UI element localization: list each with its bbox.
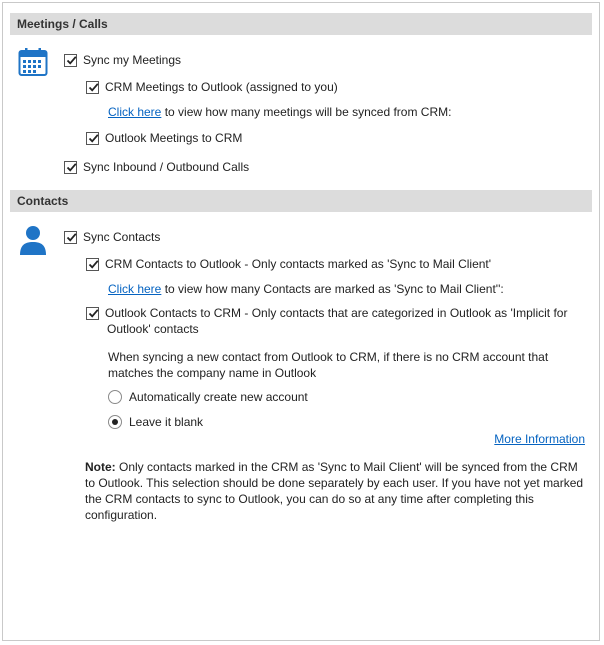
meetings-click-here-link[interactable]: Click here <box>108 105 161 119</box>
checkbox-box[interactable] <box>64 230 77 244</box>
checkmark-icon <box>88 82 99 92</box>
note-line-1: Note: Only contacts marked in the CRM as… <box>85 459 578 475</box>
note-text-1: Only contacts marked in the CRM as 'Sync… <box>115 460 578 474</box>
radio-button[interactable] <box>108 390 122 404</box>
person-icon <box>20 226 46 255</box>
crm-meetings-to-outlook-label: CRM Meetings to Outlook (assigned to you… <box>105 80 338 94</box>
checkmark-icon <box>88 133 99 143</box>
note-line-4: configuration. <box>85 508 158 522</box>
sync-meetings-checkbox[interactable]: Sync my Meetings <box>64 51 181 69</box>
sync-calls-checkbox[interactable]: Sync Inbound / Outbound Calls <box>64 158 249 176</box>
sync-contacts-label: Sync Contacts <box>83 230 161 244</box>
checkbox-box[interactable] <box>86 80 99 94</box>
crm-contacts-to-outlook-checkbox[interactable]: CRM Contacts to Outlook - Only contacts … <box>86 255 491 273</box>
contacts-count-line: Click here to view how many Contacts are… <box>108 280 504 298</box>
meetings-section-header: Meetings / Calls <box>10 13 592 35</box>
outlook-contacts-to-crm-label-cont: Outlook' contacts <box>107 322 199 336</box>
meetings-count-line: Click here to view how many meetings wil… <box>108 103 451 121</box>
note-label: Note: <box>85 460 116 474</box>
outlook-meetings-to-crm-checkbox[interactable]: Outlook Meetings to CRM <box>86 129 242 147</box>
checkmark-icon <box>66 55 77 65</box>
checkbox-box[interactable] <box>64 160 77 174</box>
new-contact-instruction: When syncing a new contact from Outlook … <box>108 350 549 364</box>
contacts-click-here-text: to view how many Contacts are marked as … <box>161 282 504 296</box>
checkbox-box[interactable] <box>64 53 77 67</box>
checkmark-icon <box>66 162 77 172</box>
checkbox-box[interactable] <box>86 306 99 320</box>
checkbox-box[interactable] <box>86 257 99 271</box>
new-contact-instruction-cont: matches the company name in Outlook <box>108 366 317 380</box>
outlook-meetings-to-crm-label: Outlook Meetings to CRM <box>105 131 243 145</box>
radio-leave-blank[interactable]: Leave it blank <box>108 413 203 431</box>
crm-contacts-to-outlook-label: CRM Contacts to Outlook - Only contacts … <box>105 257 492 271</box>
checkmark-icon <box>88 308 99 318</box>
note-line-3: the CRM contacts to sync to Outlook, you… <box>85 492 534 506</box>
contacts-section-header: Contacts <box>10 190 592 212</box>
outlook-contacts-to-crm-label: Outlook Contacts to CRM - Only contacts … <box>105 306 568 320</box>
radio-button-selected[interactable] <box>108 415 122 429</box>
checkbox-box[interactable] <box>86 131 99 145</box>
outlook-contacts-to-crm-checkbox[interactable]: Outlook Contacts to CRM - Only contacts … <box>86 304 567 322</box>
checkmark-icon <box>66 232 77 242</box>
checkmark-icon <box>88 259 99 269</box>
more-information-link[interactable]: More Information <box>494 431 585 447</box>
crm-meetings-to-outlook-checkbox[interactable]: CRM Meetings to Outlook (assigned to you… <box>86 78 338 96</box>
sync-contacts-checkbox[interactable]: Sync Contacts <box>64 228 160 246</box>
meetings-click-here-text: to view how many meetings will be synced… <box>161 105 452 119</box>
contacts-click-here-link[interactable]: Click here <box>108 282 161 296</box>
radio-create-account-label: Automatically create new account <box>129 390 308 404</box>
note-line-2: to Outlook. This selection should be don… <box>85 476 584 490</box>
radio-leave-blank-label: Leave it blank <box>129 415 204 429</box>
radio-create-account[interactable]: Automatically create new account <box>108 388 308 406</box>
calendar-icon <box>18 48 48 76</box>
sync-calls-label: Sync Inbound / Outbound Calls <box>83 160 250 174</box>
sync-meetings-label: Sync my Meetings <box>83 53 182 67</box>
